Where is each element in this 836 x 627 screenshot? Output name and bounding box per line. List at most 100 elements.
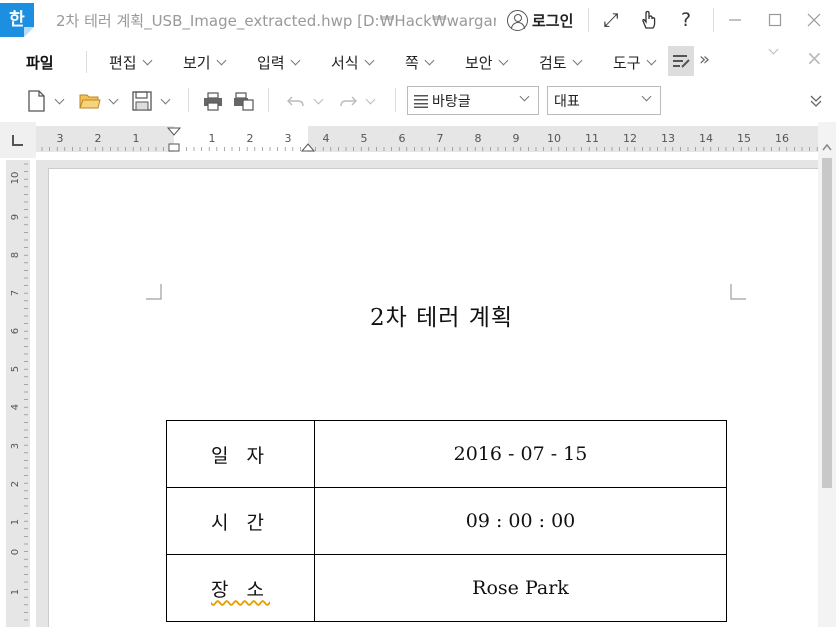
table-value-cell[interactable]: 2016 - 07 - 15	[314, 420, 727, 488]
redo-icon[interactable]	[339, 89, 376, 113]
scrollbar-thumb[interactable]	[822, 158, 832, 488]
table-row[interactable]: 일 자 2016 - 07 - 15	[166, 420, 727, 488]
chevron-down-icon	[519, 91, 530, 102]
chevron-down-icon	[290, 55, 301, 66]
ruler-label: 3	[285, 132, 292, 145]
scroll-up-icon[interactable]	[818, 122, 836, 158]
minimize-button[interactable]	[721, 6, 749, 34]
login-button[interactable]: 로그인	[507, 9, 573, 31]
table-value-cell[interactable]: Rose Park	[314, 554, 727, 622]
menu-format[interactable]: 서식	[331, 52, 375, 73]
ruler-label: 6	[399, 132, 406, 145]
table-label-cell[interactable]: 일 자	[166, 420, 315, 488]
open-folder-icon[interactable]	[79, 89, 119, 113]
margin-corner-mark	[730, 284, 746, 300]
edit-tool-icon[interactable]	[668, 46, 694, 76]
ruler-label: 1	[209, 132, 216, 145]
ruler-label: 2	[95, 132, 102, 145]
chevron-down-icon	[142, 55, 153, 66]
ruler-label: 5	[361, 132, 368, 145]
table-label-cell[interactable]: 장 소	[166, 554, 315, 622]
spellcheck-underlined-text: 장 소	[211, 578, 270, 601]
ruler-label: 10	[547, 132, 561, 145]
close-doc-icon[interactable]: ×	[806, 46, 823, 70]
right-indent-marker[interactable]	[300, 143, 316, 152]
ruler-label: 4	[10, 404, 21, 410]
menu-more-button[interactable]: »	[699, 49, 710, 70]
ruler-label: 14	[699, 132, 713, 145]
menu-tools[interactable]: 도구	[613, 52, 657, 73]
table-value-cell[interactable]: 09 : 00 : 00	[314, 487, 727, 555]
user-icon	[507, 9, 528, 31]
title-bar: 한 2차 테러 계획_USB_Image_extracted.hwp [D:₩H…	[0, 0, 836, 40]
ruler-label: 13	[661, 132, 675, 145]
ruler-label: 1	[10, 589, 21, 595]
ruler-label: 6	[10, 328, 21, 334]
print-preview-icon[interactable]	[233, 89, 255, 113]
ribbon-collapse-icon[interactable]	[768, 44, 779, 55]
menu-edit[interactable]: 편집	[109, 52, 153, 73]
ruler-label: 10	[10, 172, 21, 185]
close-button[interactable]	[800, 6, 828, 34]
ruler-label: 16	[775, 132, 789, 145]
divider	[188, 88, 189, 112]
ruler-label: 9	[10, 214, 21, 220]
table-label-cell[interactable]: 시 간	[166, 487, 315, 555]
ruler-label: 2	[247, 132, 254, 145]
chevron-down-icon	[313, 94, 324, 104]
chevron-down-icon	[424, 55, 435, 66]
document-heading[interactable]: 2차 테러 계획	[370, 298, 513, 332]
help-icon[interactable]: ?	[672, 6, 700, 34]
hand-pointer-icon[interactable]	[635, 6, 663, 34]
divider	[588, 8, 589, 32]
menu-security[interactable]: 보안	[465, 52, 509, 73]
ruler-label: 7	[437, 132, 444, 145]
ruler-label: 11	[585, 132, 599, 145]
ruler-corner[interactable]	[0, 122, 36, 158]
menu-file[interactable]: 파일	[26, 52, 54, 73]
print-icon[interactable]	[203, 89, 223, 113]
vertical-scrollbar[interactable]	[818, 122, 836, 627]
toolbar-expand-icon[interactable]	[810, 89, 822, 113]
new-document-icon[interactable]	[26, 89, 65, 113]
chevron-down-icon	[216, 55, 227, 66]
table-row[interactable]: 시 간 09 : 00 : 00	[166, 487, 727, 555]
style-select[interactable]: 바탕글	[407, 86, 539, 115]
ruler-label: 15	[737, 132, 751, 145]
chevron-down-icon	[108, 94, 119, 104]
undo-icon[interactable]	[287, 89, 324, 113]
chevron-down-icon	[646, 55, 657, 66]
vertical-ruler[interactable]: 10 9 8 7 6 5 4 3 2 1 0 1	[6, 160, 30, 627]
menu-bar: 파일 편집 보기 입력 서식 쪽 보안 검토 도구 » ×	[0, 40, 836, 82]
login-label: 로그인	[532, 11, 574, 30]
ruler-label: 3	[10, 443, 21, 449]
divider	[268, 88, 269, 112]
chevron-down-icon	[641, 91, 652, 102]
menu-page[interactable]: 쪽	[405, 52, 435, 73]
ruler-label: 9	[513, 132, 520, 145]
maximize-button[interactable]	[761, 6, 789, 34]
save-icon[interactable]	[132, 89, 171, 113]
ruler-label: 3	[57, 132, 64, 145]
fullscreen-icon[interactable]: ⤢	[597, 6, 625, 34]
chevron-down-icon	[498, 55, 509, 66]
paragraph-style-icon	[414, 94, 428, 108]
document-title: 2차 테러 계획_USB_Image_extracted.hwp [D:₩Hac…	[56, 12, 496, 30]
indent-marker[interactable]	[166, 127, 182, 152]
chevron-down-icon	[54, 94, 65, 104]
ruler-label: 2	[10, 481, 21, 487]
horizontal-ruler[interactable]: 3 2 1 1 2 3 4 5 6 7 8 9 10 11 12 13 14 15 16	[36, 126, 818, 152]
ruler-label: 5	[10, 366, 21, 372]
font-select[interactable]: 대표	[547, 86, 661, 115]
ruler-label: 1	[10, 519, 21, 525]
ruler-label: 4	[323, 132, 330, 145]
app-icon[interactable]: 한	[0, 3, 34, 37]
table-row[interactable]: 장 소 Rose Park	[166, 554, 727, 622]
menu-review[interactable]: 검토	[539, 52, 583, 73]
menu-insert[interactable]: 입력	[257, 52, 301, 73]
ruler-label: 0	[10, 549, 21, 555]
info-table[interactable]: 일 자 2016 - 07 - 15 시 간 09 : 00 : 00 장 소 …	[166, 420, 727, 622]
menu-view[interactable]: 보기	[183, 52, 227, 73]
divider	[395, 88, 396, 112]
divider	[86, 51, 87, 73]
